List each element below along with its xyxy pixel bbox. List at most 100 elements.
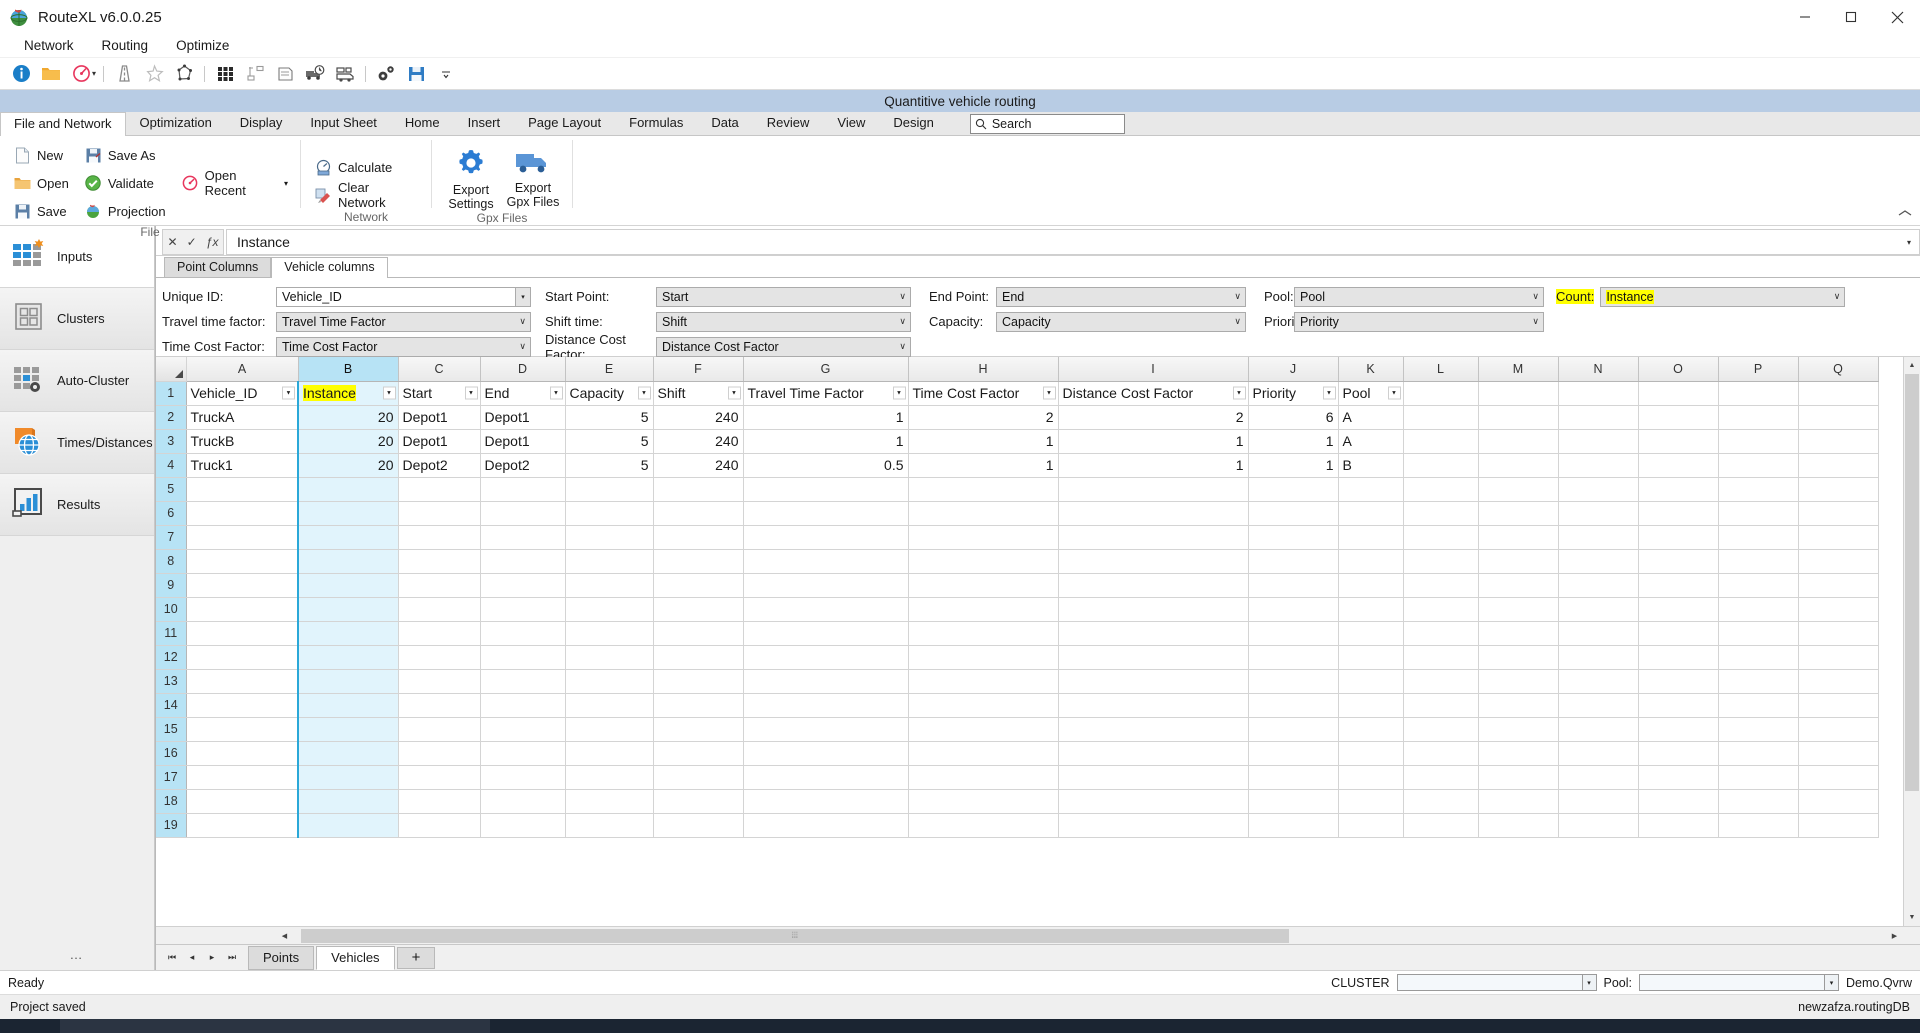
tab-home[interactable]: Home	[391, 111, 454, 135]
table-cell[interactable]	[480, 549, 566, 574]
table-cell[interactable]	[297, 549, 399, 574]
filter-dropdown-icon[interactable]: ▼	[1387, 386, 1401, 400]
table-cell[interactable]	[1403, 453, 1479, 478]
table-cell[interactable]	[398, 789, 481, 814]
chevron-down-icon[interactable]: ∨	[899, 341, 906, 352]
table-cell[interactable]	[1058, 525, 1249, 550]
table-cell[interactable]	[1403, 813, 1479, 838]
table-cell[interactable]	[1338, 645, 1404, 670]
table-cell[interactable]	[565, 621, 654, 646]
table-cell[interactable]: 5	[565, 405, 654, 430]
field-header-cell[interactable]	[1718, 381, 1799, 406]
table-cell[interactable]	[398, 597, 481, 622]
table-cell[interactable]	[1478, 477, 1559, 502]
table-cell[interactable]	[565, 789, 654, 814]
row-header-15[interactable]: 15	[156, 717, 187, 742]
scroll-up-button[interactable]: ▲	[1904, 357, 1920, 374]
field-header-cell[interactable]: Shift ▼	[653, 381, 744, 406]
table-cell[interactable]	[565, 645, 654, 670]
table-cell[interactable]	[1248, 621, 1339, 646]
table-cell[interactable]: 1	[908, 453, 1059, 478]
column-header-f[interactable]: F	[653, 357, 744, 382]
table-cell[interactable]	[1478, 621, 1559, 646]
table-cell[interactable]	[908, 789, 1059, 814]
table-cell[interactable]	[1403, 669, 1479, 694]
field-header-cell[interactable]: Start ▼	[398, 381, 481, 406]
table-cell[interactable]	[565, 741, 654, 766]
table-cell[interactable]	[398, 573, 481, 598]
add-sheet-button[interactable]: +	[396, 946, 436, 969]
count-select[interactable]: Instance ∨	[1600, 286, 1846, 307]
table-cell[interactable]	[1403, 477, 1479, 502]
field-header-cell[interactable]: Instance ▼	[297, 381, 399, 406]
chevron-down-icon[interactable]: ∨	[519, 341, 526, 352]
table-cell[interactable]	[1338, 765, 1404, 790]
table-cell[interactable]	[480, 813, 566, 838]
table-cell[interactable]	[1248, 741, 1339, 766]
table-cell[interactable]	[1058, 501, 1249, 526]
table-cell[interactable]	[908, 741, 1059, 766]
table-cell[interactable]: 1	[1058, 453, 1249, 478]
export-gpx-files-button[interactable]: Export Gpx Files	[502, 144, 564, 209]
table-cell[interactable]: A	[1338, 405, 1404, 430]
open-button[interactable]: Open	[10, 169, 73, 197]
overflow-caret-icon[interactable]	[431, 60, 461, 88]
travel-time-factor-select[interactable]: Travel Time Factor ∨	[276, 311, 531, 332]
table-cell[interactable]	[480, 789, 566, 814]
table-cell[interactable]	[1248, 597, 1339, 622]
save-disk-icon[interactable]	[401, 60, 431, 88]
table-cell[interactable]	[186, 717, 299, 742]
table-cell[interactable]	[653, 525, 744, 550]
table-cell[interactable]	[480, 669, 566, 694]
scroll-left-button[interactable]: ◀	[276, 928, 293, 944]
table-cell[interactable]	[1558, 525, 1639, 550]
table-cell[interactable]	[297, 597, 399, 622]
table-cell[interactable]	[1058, 573, 1249, 598]
taskbar-active-window[interactable]	[60, 1019, 490, 1033]
table-cell[interactable]	[1403, 693, 1479, 718]
table-cell[interactable]	[1798, 669, 1879, 694]
table-cell[interactable]	[398, 645, 481, 670]
row-header-2[interactable]: 2	[156, 405, 187, 430]
table-cell[interactable]	[480, 597, 566, 622]
table-cell[interactable]	[186, 549, 299, 574]
table-cell[interactable]	[1248, 765, 1339, 790]
tab-optimization[interactable]: Optimization	[126, 111, 226, 135]
tab-vehicle-columns[interactable]: Vehicle columns	[271, 257, 388, 278]
table-cell[interactable]	[1638, 813, 1719, 838]
table-cell[interactable]	[1718, 813, 1799, 838]
table-cell[interactable]	[908, 501, 1059, 526]
time-cost-factor-select[interactable]: Time Cost Factor ∨	[276, 336, 531, 357]
table-cell[interactable]	[565, 597, 654, 622]
table-cell[interactable]	[1248, 789, 1339, 814]
table-cell[interactable]	[1638, 621, 1719, 646]
table-cell[interactable]	[1403, 741, 1479, 766]
tab-formulas[interactable]: Formulas	[615, 111, 697, 135]
table-cell[interactable]	[565, 765, 654, 790]
table-cell[interactable]	[297, 765, 399, 790]
table-cell[interactable]: A	[1338, 429, 1404, 454]
table-cell[interactable]	[186, 597, 299, 622]
table-cell[interactable]	[186, 741, 299, 766]
priority-select[interactable]: Priority ∨	[1294, 311, 1544, 332]
search-box[interactable]: Search	[969, 114, 1125, 134]
table-cell[interactable]	[1638, 429, 1719, 454]
table-cell[interactable]	[1338, 669, 1404, 694]
scroll-right-button[interactable]: ▶	[1886, 928, 1903, 944]
table-cell[interactable]	[1338, 717, 1404, 742]
table-cell[interactable]	[1798, 717, 1879, 742]
table-cell[interactable]	[1718, 405, 1799, 430]
table-cell[interactable]	[1558, 453, 1639, 478]
table-cell[interactable]	[297, 525, 399, 550]
filter-dropdown-icon[interactable]: ▼	[549, 386, 563, 400]
table-cell[interactable]	[908, 573, 1059, 598]
table-cell[interactable]	[1558, 405, 1639, 430]
chevron-down-icon[interactable]: ∨	[899, 291, 906, 302]
table-cell[interactable]	[743, 597, 909, 622]
column-header-o[interactable]: O	[1638, 357, 1719, 382]
table-cell[interactable]	[1718, 477, 1799, 502]
table-cell[interactable]	[1058, 717, 1249, 742]
table-cell[interactable]	[1478, 669, 1559, 694]
row-header-18[interactable]: 18	[156, 789, 187, 814]
table-cell[interactable]	[1403, 645, 1479, 670]
